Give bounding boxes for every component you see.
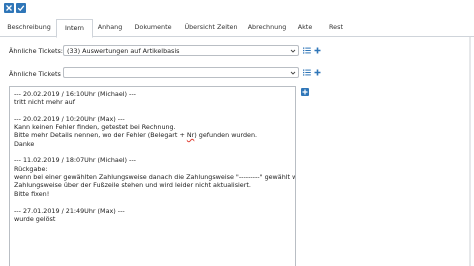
list-icon[interactable] (303, 47, 311, 54)
list-icon[interactable] (303, 69, 311, 76)
note-line: --- 27.01.2019 / 21:49Uhr (Max) --- (14, 207, 125, 215)
scrollbar[interactable] (469, 37, 471, 266)
plus-icon (302, 89, 308, 95)
note-line: --- 20.02.2019 / 10:20Uhr (Max) --- (14, 115, 125, 123)
plus-icon[interactable] (314, 69, 321, 76)
plus-icon[interactable] (314, 47, 321, 54)
tab-akte[interactable]: Akte (294, 19, 316, 37)
tab-bar: Beschreibung Intern Anhang Dokumente Übe… (0, 19, 474, 38)
add-note-button[interactable] (301, 88, 309, 96)
tab-uebersicht-zeiten[interactable]: Übersicht Zeiten (180, 19, 242, 37)
similar-tickets-value: (33) Auswertungen auf Artikelbasis (67, 47, 180, 55)
tab-intern[interactable]: Intern (56, 19, 93, 38)
note-line: --- 20.02.2019 / 16:10Uhr (Michael) --- (14, 90, 136, 98)
note-line: wenn bei einer gewählten Zahlungsweise d… (14, 173, 295, 181)
note-line: Bitte mehr Details nennen, wo der Fehler… (14, 131, 257, 139)
tab-dokumente[interactable]: Dokumente (131, 19, 175, 37)
note-text: ) gefunden wurden. (194, 131, 258, 139)
tab-rest[interactable]: Rest (325, 19, 347, 37)
note-line: Rückgabe: (14, 165, 48, 173)
note-line: Danke (14, 140, 35, 148)
chevron-down-icon (290, 49, 296, 53)
note-line: Bitte fixen! (14, 190, 50, 198)
chevron-down-icon (290, 71, 296, 75)
similar-tickets-2-select[interactable] (63, 67, 299, 78)
note-line: tritt nicht mehr auf (14, 98, 75, 106)
similar-tickets-label: Ähnliche Tickets: (9, 47, 63, 55)
internal-notes-textarea[interactable]: --- 20.02.2019 / 16:10Uhr (Michael) --- … (9, 86, 296, 266)
check-icon (17, 5, 25, 12)
tab-abrechnung[interactable]: Abrechnung (245, 19, 289, 37)
note-line: --- 11.02.2019 / 18:07Uhr (Michael) --- (14, 156, 136, 164)
close-button[interactable] (4, 3, 14, 13)
tab-beschreibung[interactable]: Beschreibung (3, 19, 55, 37)
similar-tickets-2-label: Ähnliche Tickets 2: (9, 70, 70, 78)
confirm-button[interactable] (16, 3, 26, 13)
note-text: Bitte mehr Details nennen, wo der Fehler… (14, 131, 187, 139)
note-line: Kann keinen Fehler finden, getestet bei … (14, 123, 176, 131)
similar-tickets-select[interactable]: (33) Auswertungen auf Artikelbasis (63, 45, 299, 56)
note-line: Zahlungsweise über der Fußzeile stehen u… (14, 181, 251, 189)
close-icon (6, 5, 12, 11)
note-line: wurde gelöst (14, 215, 56, 223)
tab-anhang[interactable]: Anhang (94, 19, 126, 37)
